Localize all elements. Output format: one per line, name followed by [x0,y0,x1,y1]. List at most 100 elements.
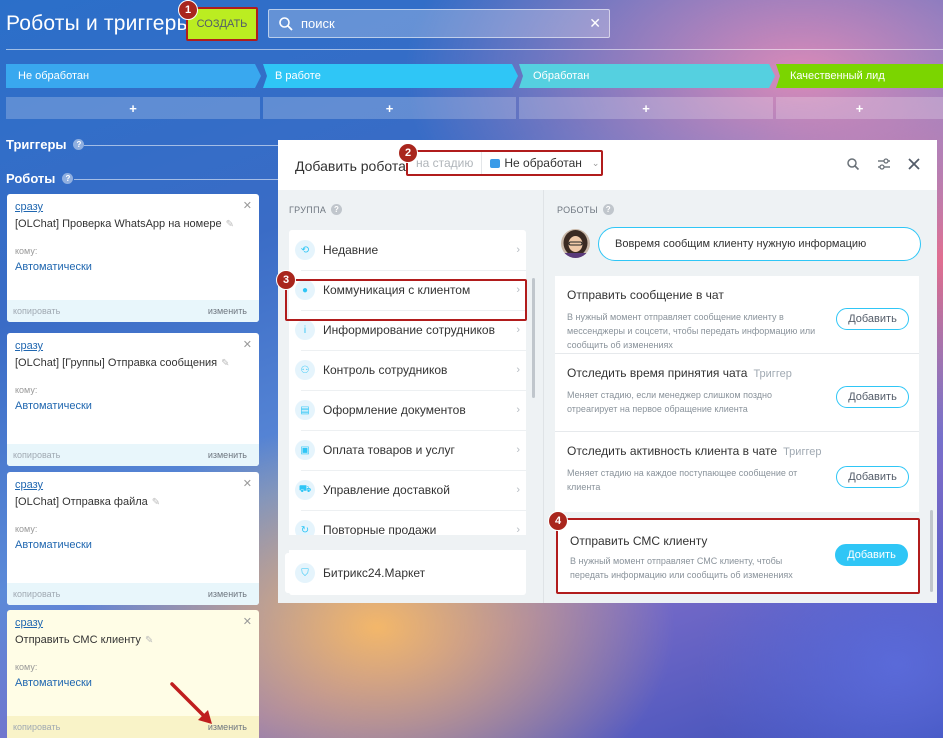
market-bag-icon: ⛉ [295,563,315,583]
info-icon: i [295,320,315,340]
add-robot-column-button[interactable]: + [776,97,943,119]
add-button[interactable]: Добавить [836,466,909,488]
chevron-right-icon: › [516,364,520,376]
robot-name: [OLChat] Отправка файла [15,496,148,508]
stage-label: Обработан [533,70,590,82]
group-label: Управление доставкой [323,483,450,497]
add-button[interactable]: Добавить [836,386,909,408]
group-item-recent[interactable]: ⟲ Недавние › [289,230,526,270]
recipient-label: кому: [15,385,38,395]
dialog-title: Добавить робота [295,158,406,174]
robot-delay-link[interactable]: сразу [15,201,43,213]
robot-name: [OLChat] [Группы] Отправка сообщения [15,357,218,369]
highlight-frame [285,279,527,321]
copy-link[interactable]: копировать [13,450,60,460]
recipient-label: кому: [15,524,38,534]
robot-card[interactable]: сразу ✕ [OLChat] [Группы] Отправка сообщ… [7,333,259,466]
add-robot-column-button[interactable]: + [519,97,773,119]
add-robot-dialog: Добавить робота на стадию Не обработан ⌄… [278,140,937,603]
stage-selector-text: Не обработан [504,156,582,170]
edit-link[interactable]: изменить [208,450,247,460]
robot-option-desc: В нужный момент отправляет СМС клиенту, … [570,556,793,580]
chevron-right-icon: › [516,484,520,496]
search-icon[interactable] [845,156,861,172]
stage-column-header[interactable]: Обработан [519,64,775,88]
copy-link[interactable]: копировать [13,722,60,732]
robot-delay-link[interactable]: сразу [15,617,43,629]
recipient-value[interactable]: Автоматически [15,400,92,412]
pencil-icon[interactable]: ✎ [226,219,234,230]
robot-card[interactable]: сразу ✕ Отправить СМС клиенту ✎ кому: Авт… [7,610,259,738]
pencil-icon[interactable]: ✎ [221,358,229,369]
truck-icon: ⛟ [295,480,315,500]
stage-label: В работе [275,70,321,82]
delete-icon[interactable]: ✕ [243,477,252,490]
stage-column-header[interactable]: В работе [263,64,518,88]
robot-delay-link[interactable]: сразу [15,340,43,352]
arrow-annotation-icon [170,682,212,724]
copy-link[interactable]: копировать [13,306,60,316]
robot-card[interactable]: сразу ✕ [OLChat] Проверка WhatsApp на но… [7,194,259,322]
trigger-tag: Триггер [783,446,822,458]
add-button[interactable]: Добавить [835,544,908,566]
pencil-icon[interactable]: ✎ [145,635,153,646]
stage-column-header[interactable]: Качественный лид [776,64,943,88]
group-item-documents[interactable]: ▤ Оформление документов › [289,390,526,430]
group-item-payment[interactable]: ▣ Оплата товаров и услуг › [289,430,526,470]
group-header-label: ГРУППА [289,204,327,215]
triggers-section-title: Триггеры ? [6,137,85,152]
people-icon: ⚇ [295,360,315,380]
recipient-value[interactable]: Автоматически [15,261,92,273]
add-button[interactable]: Добавить [836,308,909,330]
close-icon[interactable] [906,156,922,172]
add-robot-column-button[interactable]: + [263,97,516,119]
chevron-right-icon: › [516,324,520,336]
chevron-right-icon: › [516,244,520,256]
edit-link[interactable]: изменить [208,306,247,316]
robot-option-desc: Меняет стадию на каждое поступающее сооб… [567,468,798,492]
robot-option[interactable]: Отследить время принятия чата Триггер Мен… [555,354,919,432]
help-icon[interactable]: ? [73,139,85,150]
delete-icon[interactable]: ✕ [243,338,252,351]
robot-delay-link[interactable]: сразу [15,479,43,491]
stage-label: Не обработан [18,70,90,82]
stage-selector[interactable]: на стадию Не обработан ⌄ [406,150,603,176]
robots-scrollbar[interactable] [930,510,933,592]
market-item[interactable]: ⛉ Битрикс24.Маркет [285,553,526,593]
groups-scrollbar[interactable] [532,278,535,398]
delete-icon[interactable]: ✕ [243,199,252,212]
search-input[interactable] [301,16,590,31]
help-icon[interactable]: ? [602,204,614,215]
recipient-label: кому: [15,246,38,256]
chevron-down-icon: ⌄ [591,157,600,168]
stage-label: Качественный лид [790,70,885,82]
stage-color-dot [490,158,501,168]
robot-option-desc: В нужный момент отправляет сообщение кли… [567,312,816,350]
add-robot-column-button[interactable]: + [6,97,260,119]
robot-option[interactable]: Отправить сообщение в чат В нужный момен… [555,276,919,354]
delete-icon[interactable]: ✕ [243,615,252,628]
recipient-value[interactable]: Автоматически [15,677,92,689]
group-item-delivery[interactable]: ⛟ Управление доставкой › [289,470,526,510]
stage-selector-value[interactable]: Не обработан ⌄ [482,156,599,170]
robot-option[interactable]: Отследить активность клиента в чате Тригг… [555,432,919,512]
step-badge-1: 1 [178,0,198,20]
history-icon: ⟲ [295,240,315,260]
robot-option-selected[interactable]: Отправить СМС клиенту В нужный момент от… [556,518,920,594]
copy-link[interactable]: копировать [13,589,60,599]
clear-search-icon[interactable]: ✕ [589,15,601,32]
stage-column-header[interactable]: Не обработан [6,64,261,88]
header-divider [6,49,943,50]
triggers-title: Триггеры [6,137,67,152]
group-item-staff-control[interactable]: ⚇ Контроль сотрудников › [289,350,526,390]
pencil-icon[interactable]: ✎ [152,497,160,508]
settings-sliders-icon[interactable] [876,156,892,172]
group-label: Недавние [323,243,379,257]
robot-card[interactable]: сразу ✕ [OLChat] Отправка файла ✎ кому: А… [7,472,259,605]
section-divider [84,145,284,146]
recipient-value[interactable]: Автоматически [15,539,92,551]
chevron-right-icon: › [516,444,520,456]
help-icon[interactable]: ? [62,173,74,184]
help-icon[interactable]: ? [331,204,343,215]
edit-link[interactable]: изменить [208,589,247,599]
